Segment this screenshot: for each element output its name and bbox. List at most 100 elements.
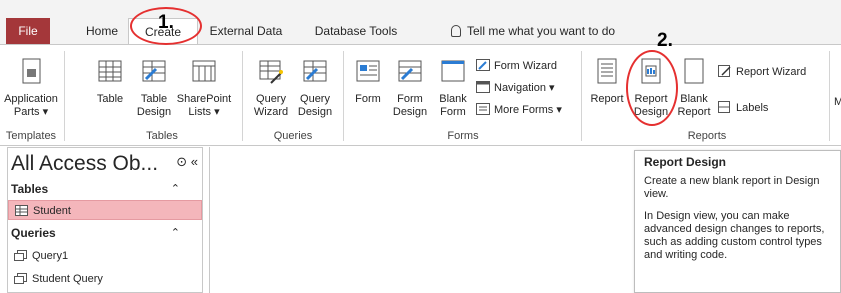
nav-item-student-table[interactable]: Student <box>8 200 202 220</box>
report-icon <box>597 58 617 84</box>
group-label-tables: Tables <box>146 130 178 142</box>
truncated-ribbon-label: M <box>834 96 841 108</box>
query-icon <box>14 250 27 261</box>
blank-report-label-1: Blank <box>680 93 708 105</box>
labels-label: Labels <box>736 102 769 114</box>
group-divider <box>829 51 830 141</box>
nav-pane-title[interactable]: All Access Ob... <box>11 152 158 176</box>
query-wizard-label-2: Wizard <box>253 106 289 118</box>
form-design-label-1: Form <box>397 93 423 105</box>
form-label: Form <box>355 93 381 105</box>
table-label: Table <box>96 93 124 105</box>
application-parts-button[interactable]: Application Parts ▾ <box>0 57 62 119</box>
sharepoint-lists-label-1: SharePoint <box>176 93 232 105</box>
annotation-circle-report-design <box>626 50 678 126</box>
blank-form-button[interactable]: Blank Form <box>436 57 470 119</box>
navigation-icon <box>476 81 490 93</box>
group-divider <box>581 51 582 141</box>
query-icon <box>14 273 27 284</box>
more-forms-button[interactable]: More Forms ▾ <box>476 103 562 117</box>
form-design-icon <box>398 60 422 82</box>
tooltip-title: Report Design <box>644 155 727 169</box>
sharepoint-lists-label-2: Lists ▾ <box>188 106 220 118</box>
form-wizard-label: Form Wizard <box>494 60 557 72</box>
table-design-label-1: Table <box>140 93 168 105</box>
report-button[interactable]: Report <box>588 57 626 106</box>
ribbon: Application Parts ▾ Templates Table Tabl… <box>0 44 841 146</box>
labels-icon <box>718 101 730 113</box>
query-design-icon <box>303 60 327 82</box>
blank-form-label-1: Blank <box>439 93 467 105</box>
report-wizard-icon <box>718 65 731 77</box>
group-label-reports: Reports <box>687 130 727 142</box>
application-parts-label-2: Parts ▾ <box>13 106 49 118</box>
report-label: Report <box>590 93 624 105</box>
report-wizard-button[interactable]: Report Wizard <box>718 65 806 79</box>
tab-home[interactable]: Home <box>80 18 124 44</box>
nav-pane-controls[interactable]: ⊙ « <box>176 154 198 170</box>
group-divider <box>242 51 243 141</box>
sharepoint-lists-button[interactable]: SharePoint Lists ▾ <box>176 57 232 119</box>
query-wizard-button[interactable]: Query Wizard <box>250 57 292 119</box>
nav-item-student-query[interactable]: Student Query <box>8 269 202 289</box>
nav-item-label: Query1 <box>32 250 69 262</box>
form-wizard-icon <box>476 59 490 71</box>
report-wizard-label: Report Wizard <box>736 66 807 78</box>
query-wizard-icon <box>259 60 283 84</box>
sharepoint-lists-icon <box>192 60 216 82</box>
query-design-button[interactable]: Query Design <box>294 57 336 119</box>
group-label-forms: Forms <box>447 130 479 142</box>
query-design-label-1: Query <box>300 93 330 105</box>
query-wizard-label-1: Query <box>256 93 286 105</box>
table-design-icon <box>142 60 166 82</box>
application-parts-icon <box>22 58 41 84</box>
tooltip-description: Create a new blank report in Design view… <box>644 175 820 200</box>
form-design-button[interactable]: Form Design <box>390 57 430 119</box>
navigation-label: Navigation ▾ <box>494 82 555 94</box>
chevron-up-icon: ⌃ <box>170 227 180 239</box>
tab-external-data[interactable]: External Data <box>206 18 286 44</box>
blank-report-label-2: Report <box>677 106 711 118</box>
report-design-tooltip: Report Design Create a new blank report … <box>634 150 841 293</box>
tab-database-tools[interactable]: Database Tools <box>306 18 406 44</box>
form-button[interactable]: Form <box>350 57 386 106</box>
nav-section-tables[interactable]: Tables ⌃ <box>8 180 202 198</box>
query-design-label-2: Design <box>297 106 333 118</box>
navigation-button[interactable]: Navigation ▾ <box>476 81 555 95</box>
nav-section-queries-label: Queries <box>11 226 56 240</box>
navigation-pane: All Access Ob... ⊙ « Tables ⌃ Student Que… <box>7 147 203 293</box>
blank-report-button[interactable]: Blank Report <box>676 57 712 119</box>
tab-file[interactable]: File <box>6 18 50 44</box>
blank-form-icon <box>441 60 465 82</box>
tooltip-detail: In Design view, you can make advanced de… <box>644 210 825 261</box>
table-design-button[interactable]: Table Design <box>134 57 174 119</box>
table-design-label-2: Design <box>136 106 172 118</box>
nav-section-queries[interactable]: Queries ⌃ <box>8 224 202 242</box>
group-label-templates: Templates <box>5 130 57 142</box>
group-divider <box>343 51 344 141</box>
table-icon <box>98 60 122 82</box>
blank-report-icon <box>684 58 704 84</box>
nav-section-tables-label: Tables <box>11 182 49 196</box>
form-wizard-button[interactable]: Form Wizard <box>476 59 557 73</box>
application-parts-label-1: Application <box>4 93 58 105</box>
nav-item-query1[interactable]: Query1 <box>8 246 202 266</box>
group-label-queries: Queries <box>273 130 313 142</box>
form-icon <box>356 60 380 82</box>
chevron-up-icon: ⌃ <box>170 183 180 195</box>
tell-me-search[interactable]: Tell me what you want to do <box>451 18 615 44</box>
ribbon-tab-row: File Home Create External Data Database … <box>0 0 841 45</box>
lightbulb-icon <box>451 25 461 37</box>
labels-button[interactable]: Labels <box>718 101 768 115</box>
group-divider <box>64 51 65 141</box>
tell-me-text: Tell me what you want to do <box>467 24 616 38</box>
table-icon <box>15 205 28 216</box>
form-design-label-2: Design <box>392 106 428 118</box>
nav-item-label: Student <box>33 205 71 217</box>
more-forms-icon <box>476 103 490 115</box>
annotation-step-1: 1. <box>158 12 174 33</box>
nav-item-label: Student Query <box>32 273 103 285</box>
annotation-step-2: 2. <box>657 30 673 51</box>
table-button[interactable]: Table <box>92 57 128 106</box>
blank-form-label-2: Form <box>440 106 466 118</box>
